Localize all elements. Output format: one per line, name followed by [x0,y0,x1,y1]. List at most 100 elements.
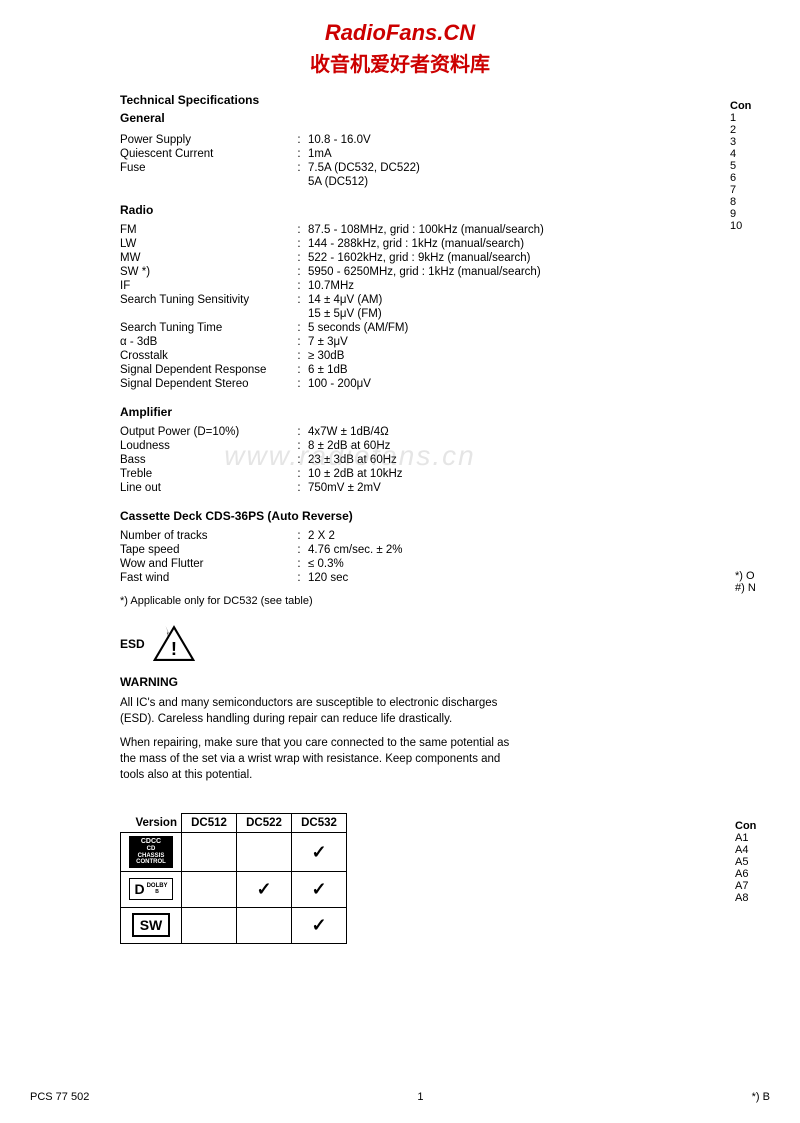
version-header-row: Version DC512 DC522 DC532 [121,814,347,833]
colon: : [290,363,308,377]
label-lw: LW [120,237,290,251]
right-ver-a5: A5 [735,856,790,868]
colon: : [290,557,308,571]
esd-icon: ! [153,623,195,665]
colon: : [290,223,308,237]
colon: : [290,293,308,307]
amplifier-specs-table: Output Power (D=10%) : 4x7W ± 1dB/4Ω Lou… [120,425,630,495]
label-alpha-3db: α - 3dB [120,335,290,349]
label-signal-response: Signal Dependent Response [120,363,290,377]
site-subtitle: 收音机爱好者资料库 [0,48,800,77]
colon: : [290,467,308,481]
table-row: MW : 522 - 1602kHz, grid : 9kHz (manual/… [120,251,630,265]
colon: : [290,453,308,467]
colon: : [290,147,308,161]
table-row: Fuse : 7.5A (DC532, DC522) [120,161,630,175]
colon: : [290,161,308,175]
check-icon: ✓ [311,879,326,899]
table-row: 5A (DC512) [120,175,630,189]
value-if: 10.7MHz [308,279,630,293]
radio-title: Radio [120,203,630,217]
esd-section: ESD ! [120,623,630,665]
colon: : [290,529,308,543]
right-panel-3: 3 [730,136,790,148]
table-row: FM : 87.5 - 108MHz, grid : 100kHz (manua… [120,223,630,237]
cdcc-logo: CDCC CD CHASSIS CONTROL [129,836,173,867]
label-fast-wind: Fast wind [120,571,290,585]
value-quiescent: 1mA [308,147,630,161]
right-panel-9: 9 [730,208,790,220]
table-row: Search Tuning Time : 5 seconds (AM/FM) [120,321,630,335]
label-signal-stereo: Signal Dependent Stereo [120,377,290,391]
colon: : [290,133,308,147]
right-panel-10: 10 [730,220,790,232]
label-treble: Treble [120,467,290,481]
colon: : [290,279,308,293]
table-row: Power Supply : 10.8 - 16.0V [120,133,630,147]
label-quiescent: Quiescent Current [120,147,290,161]
right-side-notes: *) O #) N [735,570,790,594]
right-panel-4: 4 [730,148,790,160]
right-note-2: #) N [735,582,790,594]
value-signal-response: 6 ± 1dB [308,363,630,377]
right-panel-7: 7 [730,184,790,196]
table-row: Output Power (D=10%) : 4x7W ± 1dB/4Ω [120,425,630,439]
label-fuse: Fuse [120,161,290,175]
check-icon: ✓ [256,879,271,899]
value-fuse-2: 5A (DC512) [308,175,630,189]
label-line-out: Line out [120,481,290,495]
table-row: IF : 10.7MHz [120,279,630,293]
right-version-labels: Con A1 A4 A5 A6 A7 A8 [735,820,790,904]
table-row: α - 3dB : 7 ± 3μV [120,335,630,349]
warning-title: WARNING [120,675,630,689]
tech-specs-title: Technical Specifications [120,93,630,107]
colon: : [290,571,308,585]
table-row: Signal Dependent Response : 6 ± 1dB [120,363,630,377]
right-panel: Con 1 2 3 4 5 6 7 8 9 10 [730,100,790,232]
table-row: Signal Dependent Stereo : 100 - 200μV [120,377,630,391]
colon: : [290,481,308,495]
value-search-sensitivity-fm: 15 ± 5μV (FM) [308,307,630,321]
colon: : [290,335,308,349]
colon: : [290,543,308,557]
value-num-tracks: 2 X 2 [308,529,630,543]
right-panel-8: 8 [730,196,790,208]
value-mw: 522 - 1602kHz, grid : 9kHz (manual/searc… [308,251,630,265]
table-row: D DOLBY B ✓ ✓ [121,871,347,907]
colon: : [290,349,308,363]
label-if: IF [120,279,290,293]
value-fuse-1: 7.5A (DC532, DC522) [308,161,630,175]
label-search-time: Search Tuning Time [120,321,290,335]
warning-text-2: When repairing, make sure that you care … [120,735,510,783]
value-signal-stereo: 100 - 200μV [308,377,630,391]
logo-sw-cell: SW [121,907,182,943]
value-search-time: 5 seconds (AM/FM) [308,321,630,335]
radio-specs-table: FM : 87.5 - 108MHz, grid : 100kHz (manua… [120,223,630,391]
label-wow-flutter: Wow and Flutter [120,557,290,571]
sw-dc512 [182,907,237,943]
colon: : [290,425,308,439]
table-row: 15 ± 5μV (FM) [120,307,630,321]
table-row: LW : 144 - 288kHz, grid : 1kHz (manual/s… [120,237,630,251]
label-bass: Bass [120,453,290,467]
version-dc522: DC522 [237,814,292,833]
right-ver-a1: A1 [735,832,790,844]
value-wow-flutter: ≤ 0.3% [308,557,630,571]
value-sw: 5950 - 6250MHz, grid : 1kHz (manual/sear… [308,265,630,279]
value-alpha-3db: 7 ± 3μV [308,335,630,349]
colon: : [290,377,308,391]
footer-right: *) B [752,1091,770,1103]
value-fm: 87.5 - 108MHz, grid : 100kHz (manual/sea… [308,223,630,237]
footer-left: PCS 77 502 [30,1091,89,1103]
dolby-dc522: ✓ [237,871,292,907]
cdcc-dc512 [182,833,237,871]
value-output-power: 4x7W ± 1dB/4Ω [308,425,630,439]
table-row: Fast wind : 120 sec [120,571,630,585]
colon [290,175,308,189]
label-sw: SW *) [120,265,290,279]
cassette-specs-table: Number of tracks : 2 X 2 Tape speed : 4.… [120,529,630,585]
general-subtitle: General [120,111,630,125]
table-row: SW *) : 5950 - 6250MHz, grid : 1kHz (man… [120,265,630,279]
right-panel-1: 1 [730,112,790,124]
site-title: RadioFans.CN [0,20,800,46]
